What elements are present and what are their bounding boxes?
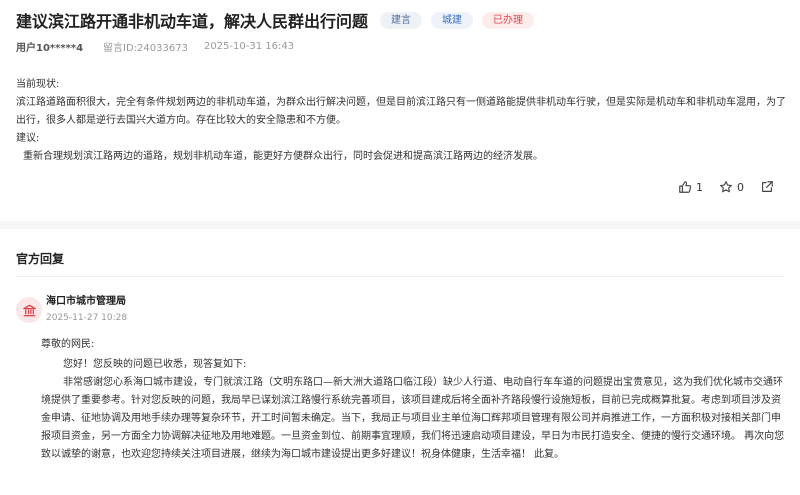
suggestion-label: 建议:	[16, 133, 40, 144]
current-label: 当前现状:	[16, 79, 60, 90]
reply-para-1: 您好！您反映的问题已收悉，现答复如下:	[63, 359, 247, 370]
post-user: 用户10*****4	[16, 43, 84, 54]
section-divider	[0, 221, 800, 229]
post-content: 当前现状: 滨江路道路面积很大，完全有条件规划两边的非机动车道，为群众出行解决问…	[16, 76, 792, 166]
post-datetime: 2025-10-31 16:43	[203, 41, 295, 52]
favorite-count: 0	[737, 180, 744, 194]
reply-greeting: 尊敬的网民:	[41, 339, 95, 350]
reply-time: 2025-11-27 10:28	[46, 313, 128, 323]
thumbs-up-icon	[679, 181, 692, 193]
org-avatar	[16, 297, 42, 323]
suggestion-text: 重新合理规划滨江路两边的道路，规划非机动车道，能更好方便群众出行，同时会促进和提…	[23, 151, 543, 162]
favorite-button[interactable]: 0	[719, 180, 744, 194]
post-header: 建议滨江路开通非机动车道，解决人民群出行问题 建言 城建 已办理	[16, 8, 535, 32]
post-meta: 用户10*****4 留言ID:24033673 2025-10-31 16:4…	[16, 39, 294, 54]
reply-para-2: 非常感谢您心系海口城市建设，专门就滨江路（文明东路口—新大洲大道路口临江段）缺少…	[41, 377, 785, 460]
reply-org: 海口市城市管理局 2025-11-27 10:28	[16, 295, 127, 325]
status-badge: 已办理	[482, 11, 535, 29]
reply-content: 尊敬的网民: 您好！您反映的问题已收悉，现答复如下: 非常感谢您心系海口城市建设…	[41, 336, 786, 464]
tag-jianyan[interactable]: 建言	[380, 11, 423, 29]
share-button[interactable]	[760, 180, 774, 194]
post-title: 建议滨江路开通非机动车道，解决人民群出行问题	[16, 12, 369, 31]
star-icon	[720, 181, 732, 193]
like-button[interactable]: 1	[678, 180, 703, 194]
official-reply-title: 官方回复	[16, 252, 65, 266]
share-icon	[762, 181, 773, 192]
org-name: 海口市城市管理局	[46, 296, 126, 307]
official-reply-rule	[16, 276, 784, 277]
tag-chengjian[interactable]: 城建	[431, 11, 474, 29]
current-text: 滨江路道路面积很大，完全有条件规划两边的非机动车道，为群众出行解决问题，但是目前…	[16, 97, 786, 126]
building-icon	[22, 304, 36, 316]
like-count: 1	[696, 180, 703, 194]
post-actions: 1 0	[662, 180, 774, 194]
message-id: 留言ID:24033673	[103, 43, 188, 54]
